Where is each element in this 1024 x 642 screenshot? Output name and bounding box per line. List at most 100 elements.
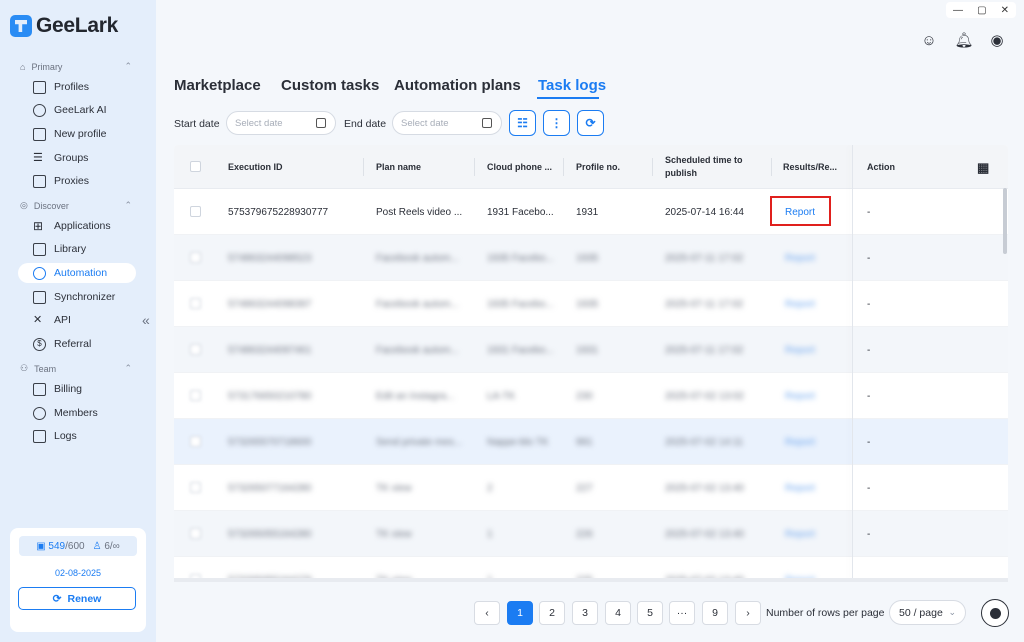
page-3-button[interactable]: 3 [572,601,598,625]
rows-per-page-select[interactable]: 50 / page ⌄ [889,600,966,625]
row-checkbox[interactable] [190,482,201,493]
col-cloud-phone[interactable]: Cloud phone ... [487,145,552,189]
support-agent-icon[interactable]: ☺ [919,30,939,50]
table-row[interactable]: 573265570718600 Send private mes... Nappe-… [174,419,1008,465]
api-tools-icon: ✕ [33,313,43,326]
row-checkbox[interactable] [190,298,201,309]
tab-custom-tasks[interactable]: Custom tasks [281,77,379,94]
horizontal-scrollbar[interactable] [174,578,1008,582]
tab-automation-plans[interactable]: Automation plans [394,77,521,94]
filter-settings-button[interactable]: ☷ [509,110,536,136]
more-options-button[interactable]: ⋮ [543,110,570,136]
cell-report-link[interactable]: Report [785,373,845,419]
section-discover-label: Discover [33,200,69,211]
refresh-button[interactable]: ⟳ [577,110,604,136]
renew-button[interactable]: ⟳ Renew [18,587,136,610]
vertical-scrollbar[interactable] [1003,188,1007,254]
table-row[interactable]: 575379675228930777 Post Reels video ... 19… [174,189,1008,235]
page-9-button[interactable]: 9 [702,601,728,625]
sidebar-item-applications[interactable]: ⊞ Applications [18,216,136,236]
row-checkbox[interactable] [190,206,201,217]
sidebar-item-label: New profile [54,128,107,140]
cell-report-link[interactable]: Report [785,281,845,327]
col-execution-id[interactable]: Execution ID [228,145,283,189]
sidebar-item-synchronizer[interactable]: Synchronizer [18,287,136,307]
cell-report-link[interactable]: Report [785,511,845,557]
cell-scheduled-time: 2025-07-11 17:02 [665,252,744,264]
page-1-button[interactable]: 1 [507,601,533,625]
section-team[interactable]: ⚇ Team ⌃ [20,363,132,374]
user-icon[interactable]: ◉ [987,30,1007,50]
sidebar-item-geelark-ai[interactable]: GeeLark AI [18,100,136,120]
sidebar-item-automation[interactable]: Automation [18,263,136,283]
minimize-icon[interactable]: — [953,5,963,16]
cell-cloud-phone: 1931 Facebo... [487,344,554,356]
end-date-input[interactable]: Select date [392,111,502,135]
sidebar-item-label: Logs [54,430,77,442]
sidebar-item-logs[interactable]: Logs [18,426,136,446]
table-row[interactable]: 573176650210780 Edit an Instagra... LA-TK 2… [174,373,1008,419]
maximize-icon[interactable]: ▢ [977,5,986,16]
plan-expiry-date: 02-08-2025 [54,568,102,578]
sidebar-item-proxies[interactable]: Proxies [18,171,136,191]
cell-scheduled-time: 2025-07-02 14:11 [665,436,744,448]
chevron-up-icon: ⌃ [124,200,132,210]
page-ellipsis[interactable]: ··· [669,601,695,625]
page-2-button[interactable]: 2 [539,601,565,625]
cell-plan-name: Facebook autom... [376,344,459,356]
col-scheduled-time[interactable]: Scheduled time to publish [665,145,755,189]
cell-report-link[interactable]: Report [785,465,845,511]
members-count: 6/∞ [104,540,120,552]
cell-execution-id: 574863244098523 [228,252,312,264]
table-row[interactable]: 573265055164280 TK view 1 226 2025-07-02 13:… [174,511,1008,557]
col-plan-name[interactable]: Plan name [376,145,421,189]
sidebar-item-groups[interactable]: ☰ Groups [18,148,136,168]
sidebar-item-new-profile[interactable]: New profile [18,124,136,144]
table-row[interactable]: 574863244098397 Facebook autom... 1935 Fac… [174,281,1008,327]
bell-icon[interactable]: 🔔︎ [954,30,974,50]
row-checkbox[interactable] [190,528,201,539]
cell-action: - [867,298,871,310]
sidebar-item-billing[interactable]: Billing [18,379,136,399]
cell-profile-no: 226 [576,528,593,540]
next-page-button[interactable]: › [735,601,761,625]
row-checkbox[interactable] [190,344,201,355]
cell-report-link[interactable]: Report [785,419,845,465]
geelark-logo[interactable]: GeeLark [10,14,118,38]
column-divider [363,158,364,176]
row-checkbox[interactable] [190,390,201,401]
select-all-checkbox[interactable] [190,161,201,172]
section-discover[interactable]: ◎ Discover ⌃ [20,200,132,211]
more-vertical-icon: ⋮ [550,116,563,130]
start-date-input[interactable]: Select date [226,111,336,135]
assistant-eye-icon[interactable] [981,599,1009,627]
sidebar-item-profiles[interactable]: Profiles [18,77,136,97]
tab-task-logs[interactable]: Task logs [538,77,606,94]
page-4-button[interactable]: 4 [605,601,631,625]
table-row[interactable]: 574863244097461 Facebook autom... 1931 Fac… [174,327,1008,373]
close-icon[interactable]: ✕ [1001,5,1009,16]
sidebar-item-members[interactable]: Members [18,403,136,423]
assistant-eye-pupil [989,607,1001,619]
row-checkbox[interactable] [190,436,201,447]
member-icon [33,406,46,420]
apps-grid-icon: ⊞ [33,218,44,233]
sidebar-item-referral[interactable]: $ Referral [18,334,136,354]
quota-summary[interactable]: ▣ 549/600 ♙ 6/∞ [19,536,137,556]
tab-marketplace[interactable]: Marketplace [174,77,261,94]
cell-report-link[interactable]: Report [785,235,845,281]
sidebar-item-api[interactable]: ✕ API [18,310,136,330]
table-row[interactable]: 573265077164280 TK view 2 227 2025-07-02 13:… [174,465,1008,511]
sidebar-item-library[interactable]: Library [18,239,136,259]
section-primary[interactable]: ⌂ Primary ⌃ [20,61,132,72]
col-results[interactable]: Results/Re... [783,145,837,189]
table-row[interactable]: 574863244098523 Facebook autom... 1935 Fac… [174,235,1008,281]
collapse-sidebar-icon[interactable]: « [142,312,150,328]
column-settings-icon[interactable]: ▦ [977,145,989,189]
page-5-button[interactable]: 5 [637,601,663,625]
cell-report-link[interactable]: Report [785,327,845,373]
col-profile-no[interactable]: Profile no. [576,145,620,189]
prev-page-button[interactable]: ‹ [474,601,500,625]
rows-per-page-value: 50 / page [899,606,943,619]
row-checkbox[interactable] [190,252,201,263]
